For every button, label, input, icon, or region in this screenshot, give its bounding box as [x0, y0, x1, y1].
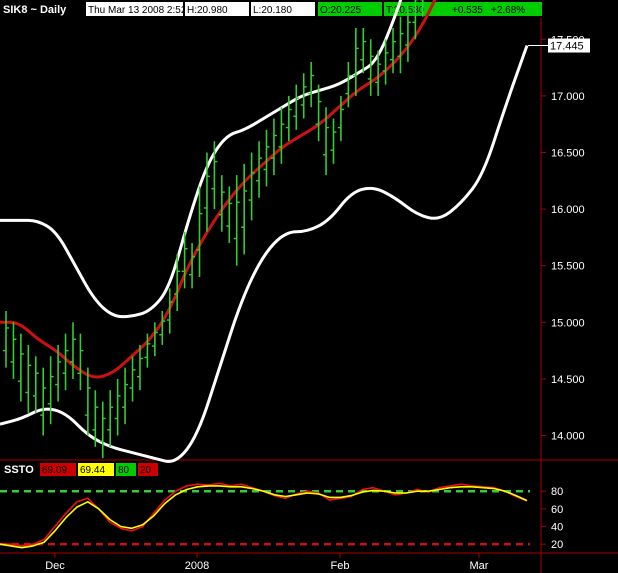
time-tick-label: Dec	[45, 560, 65, 572]
ssto-d-value: 69.44	[80, 465, 105, 476]
price-tick-label: 14.000	[551, 431, 585, 443]
ssto-tick-label: 20	[551, 539, 563, 551]
open-label: O:20.225	[320, 5, 362, 16]
price-chart: SIK8 ~ Daily Thu Mar 13 2008 2:52:17 PM …	[0, 0, 618, 573]
ssto-legend: SSTO 69.09 69.44 80 20	[4, 463, 158, 476]
ssto-k-value: 69.09	[42, 465, 67, 476]
high-label: H:20.980	[187, 5, 228, 16]
price-tick-label: 16.500	[551, 148, 585, 160]
ssto-tick-label: 40	[551, 522, 563, 534]
chart-background	[0, 0, 618, 573]
price-tick-label: 15.000	[551, 317, 585, 329]
price-tick-label: 16.000	[551, 204, 585, 216]
time-tick-label: Mar	[470, 560, 489, 572]
symbol-label: SIK8 ~ Daily	[3, 4, 67, 16]
ssto-title: SSTO	[4, 464, 34, 476]
price-tick-label: 15.500	[551, 261, 585, 273]
ssto-oversold-value: 20	[140, 465, 152, 476]
price-tick-label: 14.500	[551, 374, 585, 386]
time-tick-label: 2008	[185, 560, 209, 572]
change-label: +0.535	[452, 5, 483, 16]
ssto-tick-label: 60	[551, 504, 563, 516]
ssto-tick-label: 80	[551, 486, 563, 498]
low-label: L:20.180	[253, 5, 292, 16]
price-tick-label: 17.000	[551, 91, 585, 103]
last-label: T:20.530	[386, 5, 425, 16]
ssto-overbought-value: 80	[118, 465, 130, 476]
time-tick-label: Feb	[331, 560, 350, 572]
lower-band-tag-label: 17.445	[550, 41, 584, 53]
change-pct-label: +2.68%	[491, 5, 525, 16]
